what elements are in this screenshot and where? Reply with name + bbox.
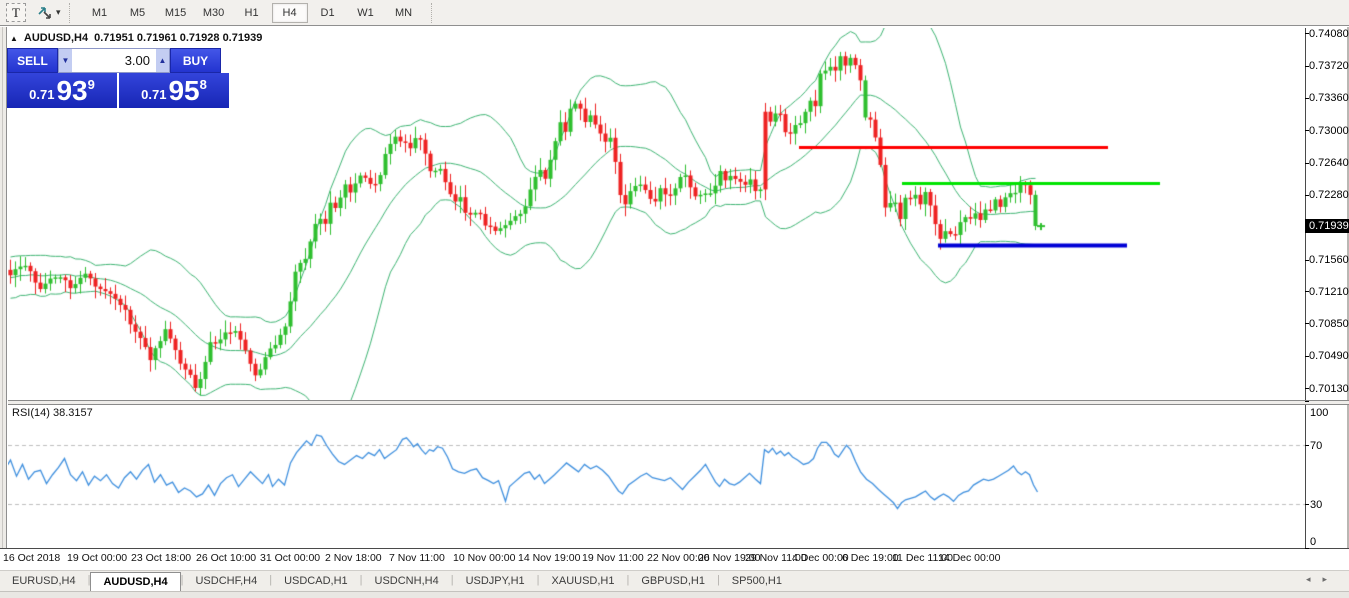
tf-button-mn[interactable]: MN — [386, 3, 422, 23]
time-axis-label: 19 Nov 11:00 — [582, 552, 644, 564]
window-left-splitter[interactable] — [0, 27, 7, 570]
price-tick-label: 0.70850 — [1309, 318, 1349, 330]
buy-price-prefix: 0.71 — [141, 87, 166, 102]
sell-button[interactable]: SELL — [7, 48, 58, 73]
tab-scroll-arrows: ◂▸ — [1306, 574, 1339, 585]
buy-button[interactable]: BUY — [170, 48, 221, 73]
tab-scroll-right-icon[interactable]: ▸ — [1322, 574, 1339, 584]
rsi-indicator-label: RSI(14) 38.3157 — [12, 407, 93, 419]
toolbar: T ▾ M1M5M15M30H1H4D1W1MN — [0, 0, 1349, 26]
tf-button-m30[interactable]: M30 — [196, 3, 232, 23]
rsi-level-label: 100 — [1310, 407, 1346, 419]
price-tick-label: 0.71560 — [1309, 254, 1349, 266]
time-axis-label: 26 Oct 10:00 — [196, 552, 256, 564]
chart-tab-bar: EURUSD,H4|AUDUSD,H4|USDCHF,H4|USDCAD,H1|… — [0, 570, 1349, 591]
arrows-tool-icon[interactable] — [36, 4, 54, 21]
time-axis-label: 19 Oct 00:00 — [67, 552, 127, 564]
rsi-indicator-canvas[interactable] — [8, 405, 1305, 548]
rsi-level-label: 70 — [1310, 440, 1346, 452]
tf-button-h4[interactable]: H4 — [272, 3, 308, 23]
time-axis-label: 2 Nov 18:00 — [325, 552, 382, 564]
price-tick-label: 0.70490 — [1309, 350, 1349, 362]
tf-button-w1[interactable]: W1 — [348, 3, 384, 23]
tf-button-d1[interactable]: D1 — [310, 3, 346, 23]
buy-price-pip-digit: 8 — [200, 77, 207, 92]
current-price-label: 0.71939 — [1305, 219, 1349, 233]
time-axis-label: 6 Dec 19:00 — [842, 552, 899, 564]
rsi-tick-mark — [1305, 401, 1309, 402]
time-axis-label: 23 Oct 18:00 — [131, 552, 191, 564]
toolbar-separator — [69, 3, 75, 23]
text-tool-icon[interactable]: T — [6, 3, 26, 22]
time-axis-label: 16 Oct 2018 — [3, 552, 60, 564]
tab-audusd-h4[interactable]: AUDUSD,H4 — [90, 572, 180, 591]
price-tick-label: 0.74080 — [1309, 28, 1349, 40]
tf-button-m5[interactable]: M5 — [120, 3, 156, 23]
collapse-icon[interactable]: ▲ — [10, 34, 18, 43]
toolbar-separator — [431, 3, 437, 23]
lot-decrease-button[interactable]: ▼ — [59, 49, 72, 72]
price-tick-label: 0.73360 — [1309, 92, 1349, 104]
price-tick-label: 0.73720 — [1309, 60, 1349, 72]
time-axis-label: 14 Nov 19:00 — [518, 552, 580, 564]
buy-price-display[interactable]: 0.71 95 8 — [119, 73, 229, 108]
time-axis-label: 7 Nov 11:00 — [389, 552, 445, 564]
price-tick-label: 0.70130 — [1309, 383, 1349, 395]
sell-price-pip-digit: 9 — [88, 77, 95, 92]
one-click-trade-panel: SELL ▼ ▲ BUY 0.71 93 9 0.71 95 8 — [7, 48, 229, 108]
lot-size-group: ▼ ▲ — [58, 48, 170, 73]
time-axis-label: 10 Nov 00:00 — [453, 552, 515, 564]
tab-usdjpy-h1[interactable]: USDJPY,H1 — [454, 571, 537, 591]
price-tick-label: 0.72280 — [1309, 189, 1349, 201]
tab-usdcnh-h4[interactable]: USDCNH,H4 — [363, 571, 451, 591]
tab-xauusd-h1[interactable]: XAUUSD,H1 — [540, 571, 627, 591]
buy-price-big-digits: 95 — [168, 76, 199, 106]
tab-usdcad-h1[interactable]: USDCAD,H1 — [272, 571, 360, 591]
tab-sp500-h1[interactable]: SP500,H1 — [720, 571, 794, 591]
rsi-level-label: 30 — [1310, 499, 1346, 511]
tab-gbpusd-h1[interactable]: GBPUSD,H1 — [629, 571, 717, 591]
chart-ohlc-values: 0.71951 0.71961 0.71928 0.71939 — [94, 32, 262, 44]
rsi-tick-mark — [1305, 548, 1309, 549]
lot-increase-button[interactable]: ▲ — [156, 49, 169, 72]
time-axis-label: 14 Dec 00:00 — [938, 552, 1000, 564]
tf-button-m15[interactable]: M15 — [158, 3, 194, 23]
time-axis-label: 31 Oct 00:00 — [260, 552, 320, 564]
sell-price-prefix: 0.71 — [29, 87, 54, 102]
tf-button-m1[interactable]: M1 — [82, 3, 118, 23]
lot-size-input[interactable] — [72, 49, 156, 72]
tab-scroll-left-icon[interactable]: ◂ — [1306, 574, 1323, 584]
price-tick-label: 0.73000 — [1309, 125, 1349, 137]
tf-button-h1[interactable]: H1 — [234, 3, 270, 23]
pane-divider[interactable] — [8, 400, 1349, 405]
sell-price-big-digits: 93 — [56, 76, 87, 106]
chart-header: ▲ AUDUSD,H4 0.71951 0.71961 0.71928 0.71… — [10, 32, 262, 44]
rsi-tick-mark — [1305, 504, 1309, 505]
tab-usdchf-h4[interactable]: USDCHF,H4 — [183, 571, 269, 591]
sell-price-display[interactable]: 0.71 93 9 — [7, 73, 117, 108]
arrows-dropdown-caret[interactable]: ▾ — [56, 7, 61, 18]
rsi-tick-mark — [1305, 445, 1309, 446]
price-tick-label: 0.72640 — [1309, 157, 1349, 169]
time-axis-label: 4 Dec 00:00 — [792, 552, 849, 564]
price-tick-label: 0.71210 — [1309, 286, 1349, 298]
tab-eurusd-h4[interactable]: EURUSD,H4 — [0, 571, 88, 591]
rsi-level-label: 0 — [1310, 536, 1346, 548]
timeframe-button-group: M1M5M15M30H1H4D1W1MN — [81, 3, 423, 23]
chart-symbol-label: AUDUSD,H4 — [24, 32, 88, 44]
